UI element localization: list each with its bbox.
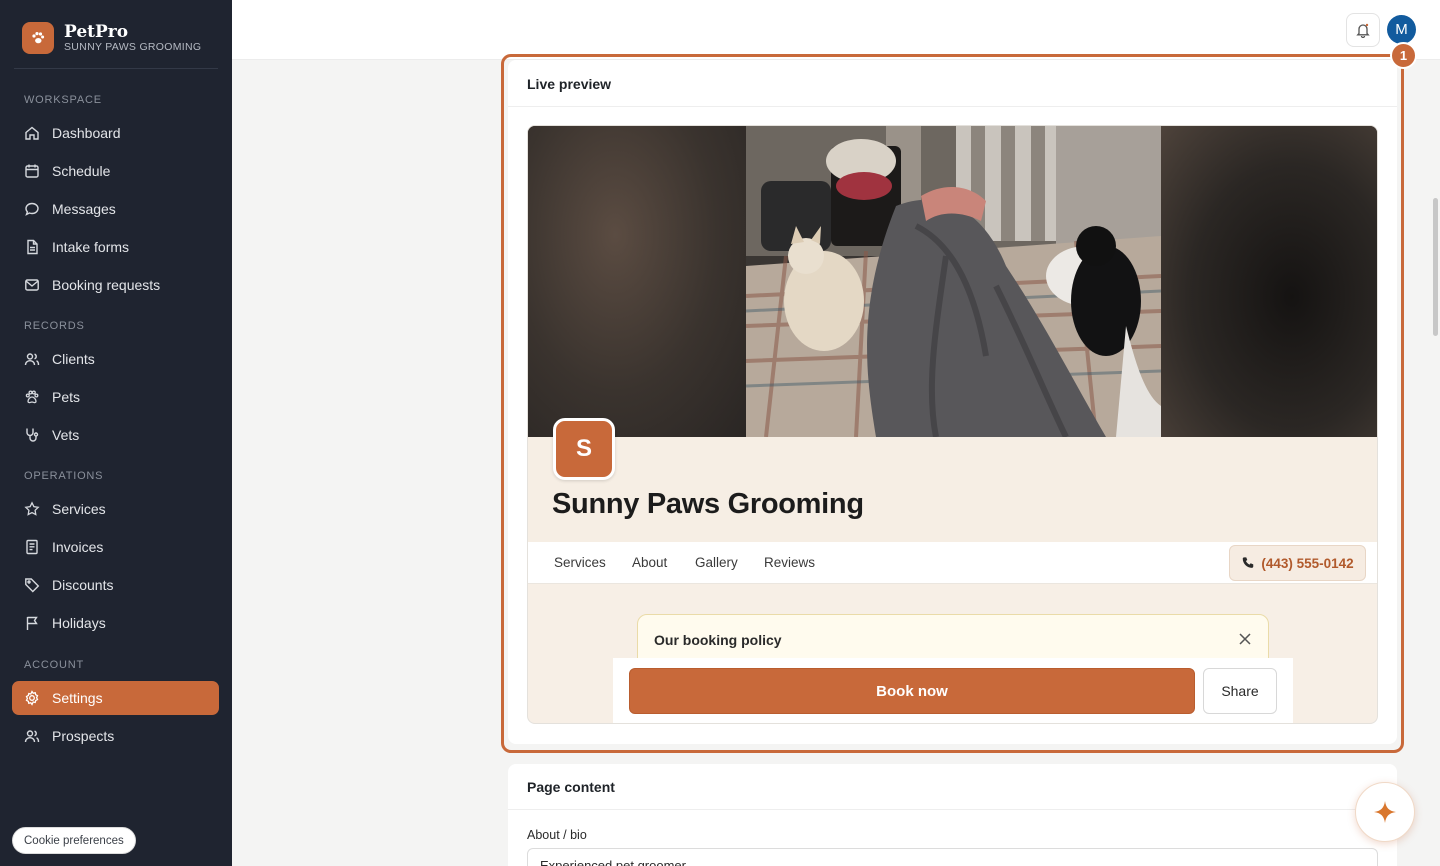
divider bbox=[14, 68, 218, 69]
hero-blur-right bbox=[1161, 126, 1377, 437]
sidebar-item-services[interactable]: Services bbox=[12, 492, 219, 526]
sidebar-item-discounts[interactable]: Discounts bbox=[12, 568, 219, 602]
sparkle-icon bbox=[1374, 801, 1396, 823]
brand-subtitle: SUNNY PAWS GROOMING bbox=[64, 40, 202, 53]
sidebar-item-label: Invoices bbox=[52, 539, 104, 555]
sidebar-item-prospects[interactable]: Prospects bbox=[12, 719, 219, 753]
sidebar-item-label: Holidays bbox=[52, 615, 106, 631]
share-button[interactable]: Share bbox=[1203, 668, 1277, 714]
star-icon bbox=[24, 501, 40, 516]
sidebar-item-label: Clients bbox=[52, 351, 95, 367]
sidebar-item-label: Services bbox=[52, 501, 106, 517]
users-icon bbox=[24, 730, 40, 743]
sidebar-item-booking-requests[interactable]: Booking requests bbox=[12, 268, 219, 302]
sidebar-item-label: Prospects bbox=[52, 728, 115, 744]
sidebar-item-intake-forms[interactable]: Intake forms bbox=[12, 230, 219, 264]
sidebar-item-settings[interactable]: Settings bbox=[12, 681, 219, 715]
phone-number: (443) 555-0142 bbox=[1261, 555, 1354, 571]
cookie-preferences-button[interactable]: Cookie preferences bbox=[12, 827, 136, 854]
business-name: Sunny Paws Grooming bbox=[552, 488, 864, 520]
sidebar-item-label: Pets bbox=[52, 389, 81, 405]
calendar-icon bbox=[25, 164, 39, 178]
top-bar bbox=[232, 0, 1440, 60]
brand[interactable]: PetPro SUNNY PAWS GROOMING bbox=[22, 22, 201, 54]
stethoscope-icon bbox=[26, 428, 39, 442]
section-label-operations: OPERATIONS bbox=[24, 470, 104, 482]
users-icon bbox=[24, 353, 40, 366]
divider bbox=[508, 809, 1397, 810]
sidebar-item-label: Vets bbox=[52, 427, 80, 443]
sidebar-item-label: Settings bbox=[52, 690, 103, 706]
about-bio-label: About / bio bbox=[527, 828, 587, 842]
scrollbar[interactable] bbox=[1433, 198, 1438, 336]
preview-nav: Services About Gallery Reviews (443) 555… bbox=[528, 542, 1377, 584]
tag-icon bbox=[25, 578, 40, 593]
preview-nav-reviews[interactable]: Reviews bbox=[764, 555, 815, 570]
hero-photo bbox=[746, 126, 1161, 437]
phone-button[interactable]: (443) 555-0142 bbox=[1229, 545, 1366, 581]
gear-icon bbox=[25, 690, 39, 706]
sidebar-item-label: Discounts bbox=[52, 577, 114, 593]
paw-icon bbox=[22, 22, 54, 54]
sidebar-item-messages[interactable]: Messages bbox=[12, 192, 219, 226]
document-icon bbox=[27, 239, 38, 255]
sidebar-item-label: Dashboard bbox=[52, 125, 121, 141]
close-icon[interactable] bbox=[1238, 632, 1252, 646]
sidebar-item-invoices[interactable]: Invoices bbox=[12, 530, 219, 564]
preview-frame: S Sunny Paws Grooming Services About Gal… bbox=[527, 125, 1378, 724]
home-icon bbox=[25, 126, 39, 140]
page-content-card: Page content About / bio Experienced pet… bbox=[508, 764, 1397, 866]
section-label-workspace: WORKSPACE bbox=[24, 94, 102, 106]
chat-icon bbox=[25, 202, 39, 216]
receipt-icon bbox=[26, 539, 38, 555]
brand-name: PetPro bbox=[64, 21, 129, 42]
preview-nav-gallery[interactable]: Gallery bbox=[695, 555, 738, 570]
sidebar-item-label: Schedule bbox=[52, 163, 111, 179]
section-label-account: ACCOUNT bbox=[24, 659, 84, 671]
policy-title: Our booking policy bbox=[654, 632, 782, 648]
about-bio-field[interactable]: Experienced pet groomer bbox=[527, 848, 1378, 866]
sidebar-item-dashboard[interactable]: Dashboard bbox=[12, 116, 219, 150]
sidebar-item-vets[interactable]: Vets bbox=[12, 418, 219, 452]
hero-image bbox=[528, 126, 1377, 437]
preview-nav-services[interactable]: Services bbox=[554, 555, 606, 570]
card-title: Live preview bbox=[527, 76, 612, 92]
bell-icon bbox=[1356, 23, 1370, 38]
business-logo: S bbox=[553, 418, 615, 480]
ai-assistant-button[interactable] bbox=[1355, 782, 1415, 842]
section-label-records: RECORDS bbox=[24, 320, 85, 332]
divider bbox=[508, 106, 1397, 107]
user-avatar[interactable]: M bbox=[1387, 15, 1416, 44]
live-preview-card: Live preview S Sunny Paws Grooming Servi… bbox=[508, 60, 1397, 744]
sidebar-item-label: Booking requests bbox=[52, 277, 161, 293]
sidebar: PetPro SUNNY PAWS GROOMING WORKSPACE Das… bbox=[0, 0, 232, 866]
notifications-button[interactable] bbox=[1346, 13, 1380, 47]
book-now-button[interactable]: Book now bbox=[629, 668, 1195, 714]
sidebar-item-label: Messages bbox=[52, 201, 116, 217]
paw-icon bbox=[25, 390, 39, 404]
sidebar-item-holidays[interactable]: Holidays bbox=[12, 606, 219, 640]
phone-icon bbox=[1243, 557, 1254, 568]
flag-icon bbox=[26, 616, 38, 630]
hero-blur-left bbox=[528, 126, 746, 437]
sidebar-item-label: Intake forms bbox=[52, 239, 130, 255]
sidebar-item-pets[interactable]: Pets bbox=[12, 380, 219, 414]
preview-nav-about[interactable]: About bbox=[632, 555, 667, 570]
highlight-badge: 1 bbox=[1390, 42, 1417, 69]
mail-icon bbox=[25, 279, 39, 291]
sidebar-item-clients[interactable]: Clients bbox=[12, 342, 219, 376]
card-title: Page content bbox=[527, 779, 615, 795]
sidebar-item-schedule[interactable]: Schedule bbox=[12, 154, 219, 188]
booking-bar: Book now Share bbox=[613, 658, 1293, 723]
